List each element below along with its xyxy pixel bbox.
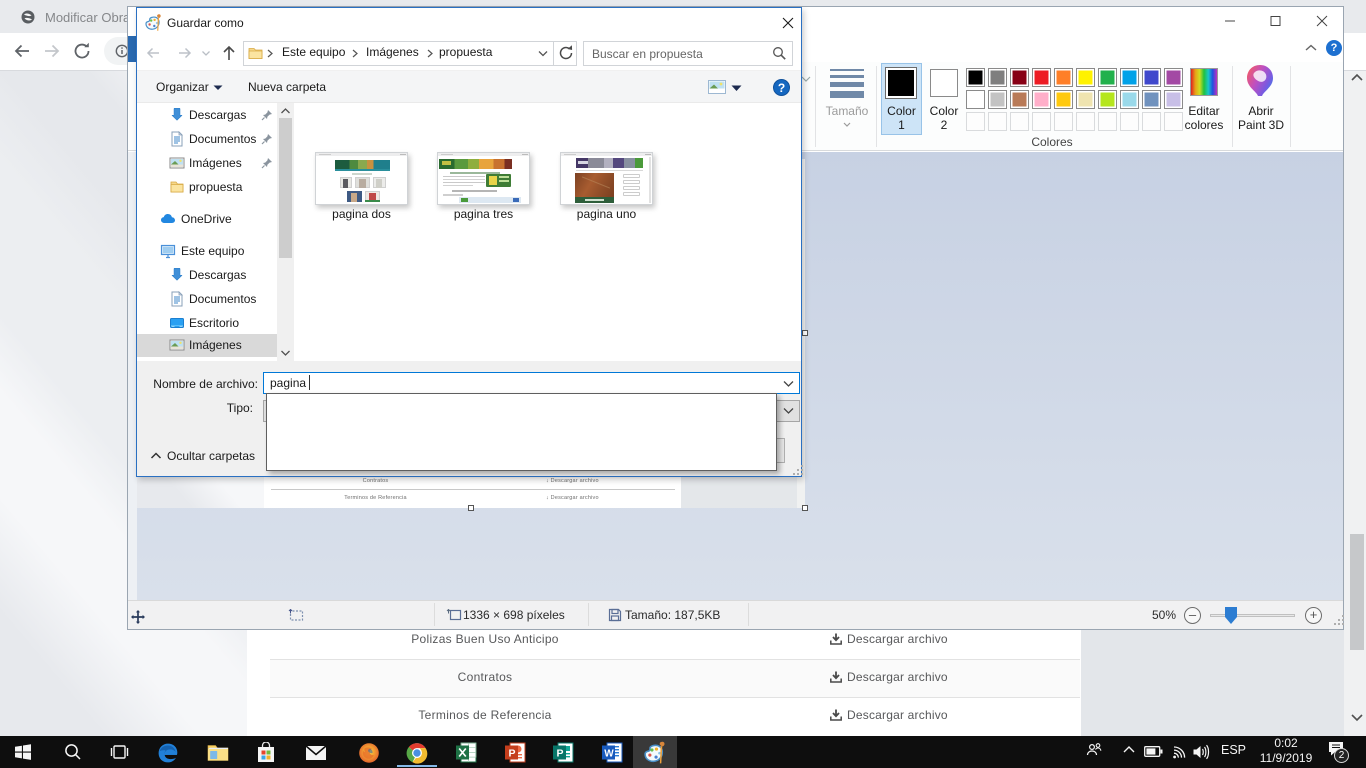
svg-text:W: W xyxy=(604,749,614,760)
svg-text:P: P xyxy=(557,748,564,760)
svg-text:P: P xyxy=(509,748,516,760)
